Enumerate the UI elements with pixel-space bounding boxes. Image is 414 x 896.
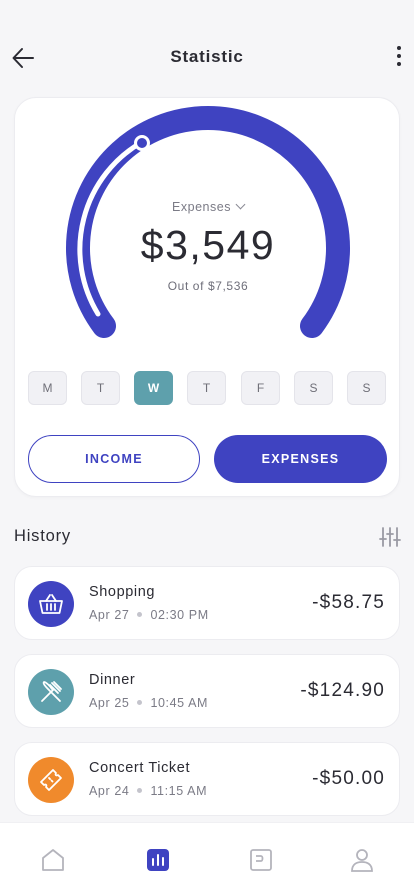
bottom-tab-bar <box>0 822 414 896</box>
period-dropdown[interactable]: Expenses <box>15 199 401 214</box>
day-friday[interactable]: F <box>241 371 280 405</box>
transaction-name: Dinner <box>89 672 136 688</box>
day-tuesday[interactable]: T <box>81 371 120 405</box>
day-wednesday[interactable]: W <box>134 371 173 405</box>
tab-home[interactable] <box>40 847 66 873</box>
transaction-amount: -$50.00 <box>312 768 385 789</box>
fork-knife-icon <box>41 681 62 702</box>
transaction-datetime: Apr 27 02:30 PM <box>89 608 209 622</box>
transaction-name: Shopping <box>89 584 156 600</box>
app-header: Statistic <box>0 0 414 100</box>
expenses-button[interactable]: EXPENSES <box>214 435 387 483</box>
tab-profile[interactable] <box>349 847 375 873</box>
transaction-datetime: Apr 24 11:15 AM <box>89 784 208 798</box>
day-monday[interactable]: M <box>28 371 67 405</box>
bar-chart-icon <box>147 849 169 871</box>
transaction-name: Concert Ticket <box>89 760 191 776</box>
gauge-knob <box>134 135 150 151</box>
filter-button[interactable] <box>379 526 401 548</box>
transaction-item[interactable]: Concert Ticket Apr 24 11:15 AM -$50.00 <box>14 742 400 816</box>
tab-statistics[interactable] <box>145 847 171 873</box>
day-sunday[interactable]: S <box>347 371 386 405</box>
day-saturday[interactable]: S <box>294 371 333 405</box>
transaction-amount: -$58.75 <box>312 592 385 613</box>
day-thursday[interactable]: T <box>187 371 226 405</box>
transaction-datetime: Apr 25 10:45 AM <box>89 696 209 710</box>
expense-limit: Out of $7,536 <box>167 279 249 293</box>
income-button[interactable]: INCOME <box>28 435 200 483</box>
page-title: Statistic <box>170 47 244 66</box>
dinner-category <box>28 669 74 715</box>
tab-wallet[interactable] <box>248 847 274 873</box>
home-icon <box>42 849 64 871</box>
history-heading: History <box>14 527 71 545</box>
transaction-item[interactable]: Dinner Apr 25 10:45 AM -$124.90 <box>14 654 400 728</box>
chevron-down-icon <box>235 199 246 210</box>
gauge-label: Expenses <box>172 200 231 214</box>
day-selector: M T W T F S S <box>28 371 388 407</box>
expense-amount: $3,549 <box>140 222 276 268</box>
user-icon <box>351 849 373 872</box>
sliders-icon <box>379 527 401 547</box>
more-options-button[interactable] <box>394 44 404 70</box>
ticket-icon <box>40 769 62 791</box>
basket-icon <box>39 594 63 614</box>
transaction-amount: -$124.90 <box>300 680 385 701</box>
more-vertical-icon <box>397 46 401 50</box>
shopping-category <box>28 581 74 627</box>
statistic-card: Expenses $3,549 Out of $7,536 M T W T F … <box>14 97 400 497</box>
transaction-item[interactable]: Shopping Apr 27 02:30 PM -$58.75 <box>14 566 400 640</box>
concert-category <box>28 757 74 803</box>
wallet-icon <box>250 849 272 871</box>
